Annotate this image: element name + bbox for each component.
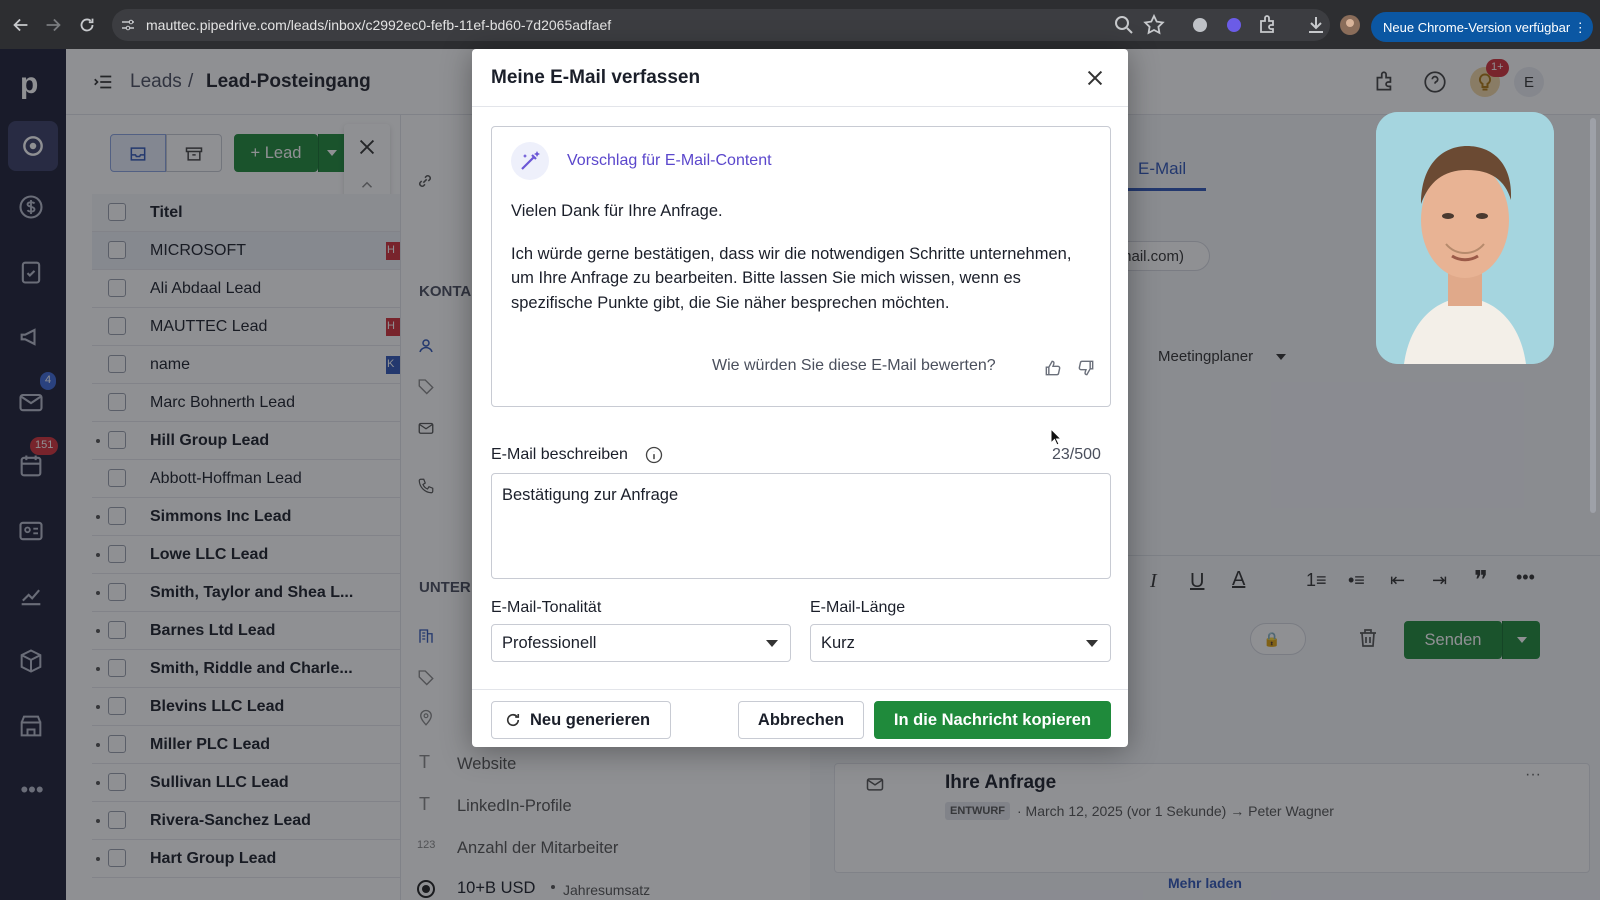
tone-label: E-Mail-Tonalität xyxy=(491,599,602,616)
profile-avatar-icon[interactable] xyxy=(1338,13,1362,37)
tone-select[interactable]: Professionell xyxy=(491,624,791,662)
mouse-cursor-icon xyxy=(1050,428,1062,446)
zoom-icon[interactable] xyxy=(1112,13,1136,37)
suggestion-paragraph-2: Ich würde gerne bestätigen, dass wir die… xyxy=(511,244,1072,312)
modal-header: Meine E-Mail verfassen xyxy=(472,49,1128,107)
suggestion-heading: Vorschlag für E-Mail-Content xyxy=(567,152,772,169)
describe-textarea[interactable]: Bestätigung zur Anfrage xyxy=(491,473,1111,579)
download-icon[interactable] xyxy=(1304,13,1328,37)
length-value: Kurz xyxy=(821,634,855,652)
modal-footer: Neu generieren Abbrechen In die Nachrich… xyxy=(472,689,1128,747)
caret-down-icon xyxy=(766,640,778,647)
browser-toolbar: mauttec.pipedrive.com/leads/inbox/c2992e… xyxy=(0,0,1600,49)
suggestion-paragraph-1: Vielen Dank für Ihre Anfrage. xyxy=(511,202,723,220)
page-scrollbar[interactable] xyxy=(1590,118,1596,513)
webcam-video xyxy=(1376,112,1554,364)
thumbs-up-icon[interactable] xyxy=(1043,358,1063,378)
length-select[interactable]: Kurz xyxy=(810,624,1111,662)
thumbs-down-icon[interactable] xyxy=(1076,358,1096,378)
rating-question: Wie würden Sie diese E-Mail bewerten? xyxy=(712,357,996,374)
regenerate-button[interactable]: Neu generieren xyxy=(491,701,671,739)
extension-circle-icon[interactable] xyxy=(1188,13,1212,37)
info-icon[interactable] xyxy=(644,445,664,465)
compose-email-modal: Meine E-Mail verfassen Vorschlag für E-M… xyxy=(472,49,1128,747)
extensions-puzzle-icon[interactable] xyxy=(1256,13,1280,37)
forward-icon[interactable] xyxy=(42,14,64,36)
kebab-menu-icon: ⋮ xyxy=(1573,20,1587,35)
copy-to-message-button[interactable]: In die Nachricht kopieren xyxy=(874,701,1111,739)
modal-title: Meine E-Mail verfassen xyxy=(491,67,701,88)
close-icon[interactable] xyxy=(1084,67,1106,89)
extension-purple-icon[interactable] xyxy=(1222,13,1246,37)
describe-label: E-Mail beschreiben xyxy=(491,446,628,463)
suggestion-text: Vielen Dank für Ihre Anfrage. Ich würde … xyxy=(511,199,1091,315)
back-icon[interactable] xyxy=(10,14,32,36)
bookmark-star-icon[interactable] xyxy=(1142,13,1166,37)
url-text: mauttec.pipedrive.com/leads/inbox/c2992e… xyxy=(146,17,612,33)
refresh-icon xyxy=(504,711,522,729)
suggestion-box: Vorschlag für E-Mail-Content Vielen Dank… xyxy=(491,126,1111,407)
site-settings-icon[interactable] xyxy=(120,17,136,33)
chrome-update-button[interactable]: Neue Chrome-Version verfügbar ⋮ xyxy=(1371,12,1593,42)
char-count: 23/500 xyxy=(1052,446,1101,463)
magic-wand-icon xyxy=(511,142,549,180)
cancel-button[interactable]: Abbrechen xyxy=(738,701,864,739)
reload-icon[interactable] xyxy=(76,14,98,36)
caret-down-icon xyxy=(1086,640,1098,647)
length-label: E-Mail-Länge xyxy=(810,599,906,616)
tone-value: Professionell xyxy=(502,634,597,652)
